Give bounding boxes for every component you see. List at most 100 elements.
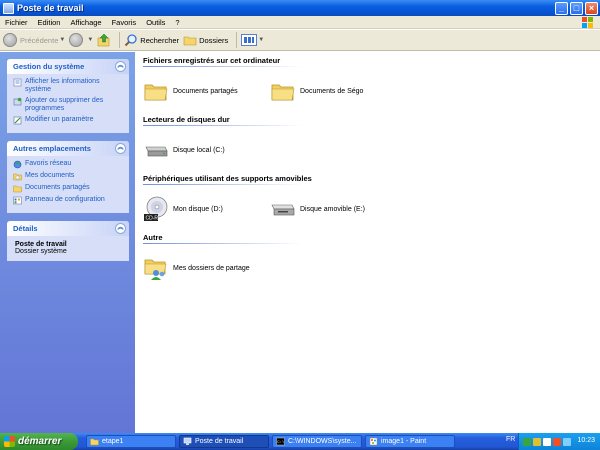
menu-file[interactable]: Fichier bbox=[0, 18, 33, 27]
menu-favorites[interactable]: Favoris bbox=[107, 18, 142, 27]
window-title: Poste de travail bbox=[17, 3, 84, 13]
chevron-down-icon: ▼ bbox=[87, 37, 94, 43]
chevron-down-icon: ▼ bbox=[258, 37, 265, 43]
search-button[interactable]: Rechercher bbox=[124, 33, 179, 47]
group-header-other: Autre bbox=[143, 233, 163, 242]
menu-tools[interactable]: Outils bbox=[141, 18, 170, 27]
menu-bar: Fichier Edition Affichage Favoris Outils… bbox=[0, 16, 600, 29]
computer-icon bbox=[183, 437, 192, 445]
language-indicator[interactable]: FR bbox=[506, 436, 515, 443]
link-label: Documents partagés bbox=[25, 184, 90, 191]
forward-arrow-icon bbox=[69, 33, 84, 47]
link-system-info[interactable]: Afficher les informations système bbox=[13, 78, 124, 94]
windows-logo-icon bbox=[4, 436, 15, 447]
title-bar: Poste de travail _ □ × bbox=[0, 0, 600, 16]
link-label: Afficher les informations système bbox=[25, 78, 100, 93]
views-button[interactable]: ▼ bbox=[241, 34, 264, 46]
item-label: Mes dossiers de partage bbox=[173, 264, 250, 272]
details-header[interactable]: Détails ︽ bbox=[7, 221, 129, 236]
toolbar-separator bbox=[236, 32, 238, 48]
task-label: Poste de travail bbox=[195, 438, 244, 445]
group-hard-drives: Disque local (C:) bbox=[143, 130, 600, 170]
link-network-places[interactable]: Favoris réseau bbox=[13, 160, 124, 169]
control-panel-icon bbox=[13, 116, 22, 125]
collapse-icon[interactable]: ︽ bbox=[115, 143, 126, 154]
removable-drive-icon bbox=[271, 204, 295, 216]
tray-connection-icon[interactable] bbox=[563, 437, 571, 446]
forward-button[interactable]: ▼ bbox=[69, 33, 93, 47]
details-panel: Détails ︽ Poste de travail Dossier systè… bbox=[7, 221, 129, 261]
group-divider bbox=[143, 184, 303, 185]
details-title: Détails bbox=[13, 224, 38, 233]
tray-volume-icon[interactable] bbox=[533, 437, 541, 446]
cd-drive-icon: CD-R bbox=[144, 196, 168, 222]
minimize-button[interactable]: _ bbox=[555, 1, 568, 15]
system-tasks-title: Gestion du système bbox=[13, 62, 85, 71]
close-button[interactable]: × bbox=[585, 1, 598, 15]
item-label: Disque local (C:) bbox=[173, 146, 225, 154]
other-places-header[interactable]: Autres emplacements ︽ bbox=[7, 141, 129, 156]
group-divider bbox=[143, 243, 303, 244]
item-label: Mon disque (D:) bbox=[173, 205, 223, 213]
item-sego-documents[interactable]: Documents de Ségo bbox=[270, 78, 397, 104]
content-area: Fichiers enregistrés sur cet ordinateur … bbox=[135, 52, 600, 433]
menu-help[interactable]: ? bbox=[170, 18, 184, 27]
link-my-documents[interactable]: Mes documents bbox=[13, 172, 124, 181]
shared-folders-icon bbox=[144, 259, 167, 280]
folders-button[interactable]: Dossiers bbox=[183, 33, 228, 47]
link-change-setting[interactable]: Modifier un paramètre bbox=[13, 116, 124, 125]
documents-icon bbox=[13, 173, 22, 181]
hard-drive-icon bbox=[145, 146, 168, 157]
item-label: Disque amovible (E:) bbox=[300, 205, 365, 213]
shared-folder-icon bbox=[13, 185, 22, 193]
tray-network-icon[interactable] bbox=[523, 437, 531, 446]
maximize-button[interactable]: □ bbox=[570, 1, 583, 15]
back-button[interactable]: Précédente ▼ bbox=[3, 33, 65, 47]
item-shared-documents[interactable]: Documents partagés bbox=[143, 78, 270, 104]
details-name: Poste de travail bbox=[15, 241, 67, 248]
link-label: Panneau de configuration bbox=[25, 196, 105, 203]
group-other: Mes dossiers de partage bbox=[143, 248, 600, 288]
taskbar-item-poste-de-travail[interactable]: Poste de travail bbox=[179, 435, 269, 448]
views-icon bbox=[241, 34, 258, 46]
up-folder-button[interactable] bbox=[97, 33, 111, 47]
windows-flag-icon bbox=[582, 17, 593, 28]
group-header-removable: Périphériques utilisant des supports amo… bbox=[143, 174, 312, 183]
search-label: Rechercher bbox=[140, 35, 180, 45]
group-divider bbox=[143, 125, 303, 126]
folders-icon bbox=[183, 36, 197, 46]
task-label: C:\WINDOWS\syste... bbox=[288, 438, 357, 445]
item-shared-folders[interactable]: Mes dossiers de partage bbox=[143, 255, 270, 281]
folder-icon bbox=[144, 84, 168, 101]
network-icon bbox=[13, 160, 22, 169]
group-header-files: Fichiers enregistrés sur cet ordinateur bbox=[143, 56, 281, 65]
paint-icon bbox=[369, 437, 378, 446]
collapse-icon[interactable]: ︽ bbox=[115, 223, 126, 234]
taskbar-item-paint[interactable]: image1 - Paint bbox=[365, 435, 455, 448]
item-cd-drive-d[interactable]: CD-R Mon disque (D:) bbox=[143, 196, 270, 222]
group-removable: CD-R Mon disque (D:) Disque amovible (E:… bbox=[143, 189, 600, 229]
search-icon bbox=[125, 34, 137, 47]
system-info-icon bbox=[13, 78, 22, 87]
cd-badge-text: CD-R bbox=[146, 216, 159, 222]
link-label: Mes documents bbox=[25, 172, 75, 179]
task-pane: Gestion du système ︽ Afficher les inform… bbox=[0, 52, 135, 433]
item-label: Documents de Ségo bbox=[300, 87, 364, 95]
item-removable-disk-e[interactable]: Disque amovible (E:) bbox=[270, 196, 397, 222]
tray-app-icon[interactable] bbox=[543, 437, 551, 446]
link-add-remove-programs[interactable]: Ajouter ou supprimer des programmes bbox=[13, 97, 124, 113]
system-tasks-header[interactable]: Gestion du système ︽ bbox=[7, 59, 129, 74]
start-button[interactable]: démarrer bbox=[0, 433, 78, 450]
up-folder-icon bbox=[97, 33, 110, 47]
taskbar-item-etape1[interactable]: etape1 bbox=[86, 435, 176, 448]
tray-security-icon[interactable] bbox=[553, 437, 561, 446]
link-control-panel[interactable]: Panneau de configuration bbox=[13, 196, 124, 205]
clock[interactable]: 10:23 bbox=[577, 437, 595, 444]
menu-edit[interactable]: Edition bbox=[33, 18, 66, 27]
menu-view[interactable]: Affichage bbox=[65, 18, 106, 27]
taskbar-item-console[interactable]: C:\ C:\WINDOWS\syste... bbox=[272, 435, 362, 448]
system-tray: 10:23 bbox=[518, 433, 600, 450]
item-local-disk-c[interactable]: Disque local (C:) bbox=[143, 137, 270, 163]
link-shared-documents[interactable]: Documents partagés bbox=[13, 184, 124, 193]
collapse-icon[interactable]: ︽ bbox=[115, 61, 126, 72]
